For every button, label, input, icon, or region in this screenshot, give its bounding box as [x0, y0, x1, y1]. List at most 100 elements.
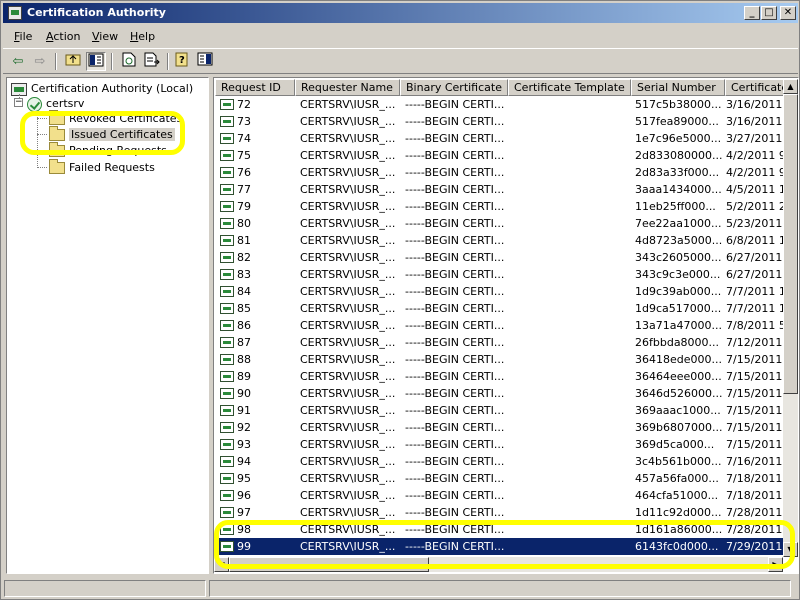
- ca-server-icon: [27, 96, 42, 112]
- cell-binary: -----BEGIN CERTI...: [405, 98, 505, 111]
- table-row[interactable]: 81 CERTSRV\IUSR_... -----BEGIN CERTI... 4d8…: [215, 232, 798, 249]
- cell-id: 87: [220, 334, 295, 351]
- cell-id: 82: [220, 249, 295, 266]
- cell-requester: CERTSRV\IUSR_...: [300, 404, 396, 417]
- table-row[interactable]: 97 CERTSRV\IUSR_... -----BEGIN CERTI... 1d1…: [215, 504, 798, 521]
- certificate-icon: [220, 149, 234, 161]
- column-requester-name[interactable]: Requester Name: [295, 79, 400, 96]
- table-row[interactable]: 93 CERTSRV\IUSR_... -----BEGIN CERTI... 369…: [215, 436, 798, 453]
- table-row[interactable]: 77 CERTSRV\IUSR_... -----BEGIN CERTI... 3aa…: [215, 181, 798, 198]
- scroll-down-arrow-icon[interactable]: ▼: [783, 542, 798, 557]
- table-row[interactable]: 96 CERTSRV\IUSR_... -----BEGIN CERTI... 464…: [215, 487, 798, 504]
- table-row[interactable]: 83 CERTSRV\IUSR_... -----BEGIN CERTI... 343…: [215, 266, 798, 283]
- table-row[interactable]: 87 CERTSRV\IUSR_... -----BEGIN CERTI... 26f…: [215, 334, 798, 351]
- certificate-icon: [220, 438, 234, 450]
- status-cell-left: [4, 580, 206, 597]
- vertical-scroll-thumb[interactable]: [783, 94, 798, 394]
- show-hide-tree-icon[interactable]: [86, 52, 106, 71]
- vertical-scrollbar[interactable]: ▲ ▼: [783, 79, 798, 557]
- folder-icon: [49, 110, 65, 125]
- scroll-up-arrow-icon[interactable]: ▲: [783, 79, 798, 94]
- column-request-id[interactable]: Request ID: [215, 79, 295, 96]
- table-row[interactable]: 84 CERTSRV\IUSR_... -----BEGIN CERTI... 1d9…: [215, 283, 798, 300]
- cell-serial: 3aaa1434000...: [635, 183, 722, 196]
- cell-id: 89: [220, 368, 295, 385]
- menu-view[interactable]: View: [92, 30, 118, 43]
- properties-pane-icon[interactable]: [195, 52, 215, 71]
- cell-id: 73: [220, 113, 295, 130]
- table-row[interactable]: 76 CERTSRV\IUSR_... -----BEGIN CERTI... 2d8…: [215, 164, 798, 181]
- console-tree: Certification Authority (Local) − certsr…: [6, 77, 209, 574]
- cell-template: [513, 266, 631, 283]
- tree-node-certsrv[interactable]: certsrv: [27, 96, 84, 112]
- table-row[interactable]: 85 CERTSRV\IUSR_... -----BEGIN CERTI... 1d9…: [215, 300, 798, 317]
- table-row[interactable]: 82 CERTSRV\IUSR_... -----BEGIN CERTI... 343…: [215, 249, 798, 266]
- table-row[interactable]: 98 CERTSRV\IUSR_... -----BEGIN CERTI... 1d1…: [215, 521, 798, 538]
- table-row[interactable]: 86 CERTSRV\IUSR_... -----BEGIN CERTI... 13a…: [215, 317, 798, 334]
- column-certificate-template[interactable]: Certificate Template: [508, 79, 631, 96]
- tree-node-root[interactable]: Certification Authority (Local): [11, 81, 193, 96]
- cell-binary: -----BEGIN CERTI...: [405, 506, 505, 519]
- table-row[interactable]: 74 CERTSRV\IUSR_... -----BEGIN CERTI... 1e7…: [215, 130, 798, 147]
- table-row[interactable]: 95 CERTSRV\IUSR_... -----BEGIN CERTI... 457…: [215, 470, 798, 487]
- menu-action[interactable]: Action: [46, 30, 80, 43]
- cell-requester: CERTSRV\IUSR_...: [300, 234, 396, 247]
- cell-requester: CERTSRV\IUSR_...: [300, 268, 396, 281]
- certificate-icon: [220, 370, 234, 382]
- certificate-icon: [220, 387, 234, 399]
- table-row[interactable]: 99 CERTSRV\IUSR_... -----BEGIN CERTI... 614…: [215, 538, 798, 555]
- table-row[interactable]: 89 CERTSRV\IUSR_... -----BEGIN CERTI... 364…: [215, 368, 798, 385]
- column-binary-certificate[interactable]: Binary Certificate: [400, 79, 508, 96]
- horizontal-scrollbar[interactable]: ◀ ▶: [214, 557, 783, 572]
- cell-requester: CERTSRV\IUSR_...: [300, 183, 396, 196]
- tree-node-revoked-certificates[interactable]: Revoked Certificates: [49, 110, 182, 126]
- cell-id: 72: [220, 96, 295, 113]
- certificate-icon: [220, 302, 234, 314]
- scroll-right-arrow-icon[interactable]: ▶: [768, 557, 783, 572]
- cell-template: [513, 385, 631, 402]
- export-list-icon[interactable]: [142, 52, 162, 71]
- cell-template: [513, 368, 631, 385]
- cell-requester: CERTSRV\IUSR_...: [300, 166, 396, 179]
- cell-serial: 1e7c96e5000...: [635, 132, 722, 145]
- cell-id: 85: [220, 300, 295, 317]
- table-row[interactable]: 79 CERTSRV\IUSR_... -----BEGIN CERTI... 11e…: [215, 198, 798, 215]
- cell-id: 83: [220, 266, 295, 283]
- cell-serial: 13a71a47000...: [635, 319, 722, 332]
- horizontal-scroll-thumb[interactable]: [229, 557, 429, 572]
- scroll-left-arrow-icon[interactable]: ◀: [214, 557, 229, 572]
- cell-id: 81: [220, 232, 295, 249]
- minimize-button[interactable]: _: [744, 6, 760, 20]
- up-folder-icon[interactable]: [63, 52, 83, 71]
- table-row[interactable]: 72 CERTSRV\IUSR_... -----BEGIN CERTI... 517…: [215, 96, 798, 113]
- table-row[interactable]: 73 CERTSRV\IUSR_... -----BEGIN CERTI... 517…: [215, 113, 798, 130]
- cell-template: [513, 249, 631, 266]
- cell-id: 93: [220, 436, 295, 453]
- forward-arrow-icon[interactable]: ⇨: [30, 52, 50, 71]
- table-row[interactable]: 88 CERTSRV\IUSR_... -----BEGIN CERTI... 364…: [215, 351, 798, 368]
- title-bar[interactable]: Certification Authority _ □ ✕: [3, 3, 798, 23]
- cell-template: [513, 538, 631, 555]
- close-button[interactable]: ✕: [780, 6, 796, 20]
- collapse-icon[interactable]: −: [14, 98, 23, 107]
- cell-binary: -----BEGIN CERTI...: [405, 387, 505, 400]
- maximize-button[interactable]: □: [761, 6, 777, 20]
- menu-help[interactable]: Help: [130, 30, 155, 43]
- menu-file[interactable]: File: [14, 30, 32, 43]
- cell-binary: -----BEGIN CERTI...: [405, 489, 505, 502]
- back-arrow-icon[interactable]: ⇦: [8, 52, 28, 71]
- column-serial-number[interactable]: Serial Number: [631, 79, 725, 96]
- cell-id: 79: [220, 198, 295, 215]
- refresh-icon[interactable]: [119, 52, 139, 71]
- tree-node-issued-certificates[interactable]: Issued Certificates: [49, 126, 175, 142]
- table-row[interactable]: 80 CERTSRV\IUSR_... -----BEGIN CERTI... 7ee…: [215, 215, 798, 232]
- table-row[interactable]: 92 CERTSRV\IUSR_... -----BEGIN CERTI... 369…: [215, 419, 798, 436]
- table-row[interactable]: 75 CERTSRV\IUSR_... -----BEGIN CERTI... 2d8…: [215, 147, 798, 164]
- tree-node-failed-requests[interactable]: Failed Requests: [49, 159, 155, 175]
- tree-node-pending-requests[interactable]: Pending Requests: [49, 142, 167, 158]
- help-icon[interactable]: ?: [173, 52, 193, 71]
- cell-id: 97: [220, 504, 295, 521]
- table-row[interactable]: 91 CERTSRV\IUSR_... -----BEGIN CERTI... 369…: [215, 402, 798, 419]
- table-row[interactable]: 94 CERTSRV\IUSR_... -----BEGIN CERTI... 3c4…: [215, 453, 798, 470]
- table-row[interactable]: 90 CERTSRV\IUSR_... -----BEGIN CERTI... 364…: [215, 385, 798, 402]
